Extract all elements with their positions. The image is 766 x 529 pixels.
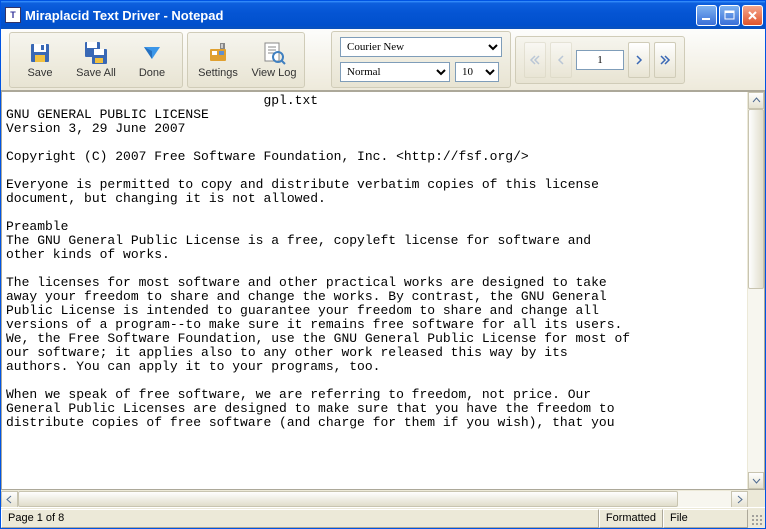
settings-group: Settings View Log (187, 32, 305, 88)
last-page-icon (659, 54, 671, 66)
settings-icon (206, 41, 230, 65)
window-controls (696, 5, 763, 26)
prev-page-icon (556, 54, 566, 66)
maximize-button[interactable] (719, 5, 740, 26)
scroll-track-h[interactable] (18, 491, 731, 507)
scroll-thumb-h[interactable] (18, 491, 678, 507)
view-log-icon (262, 41, 286, 65)
horizontal-scrollbar[interactable] (1, 490, 748, 507)
grip-icon (751, 514, 763, 526)
save-all-button[interactable]: Save All (69, 36, 123, 84)
font-size-select[interactable]: 10 (455, 62, 499, 82)
toolbar: Save Save All Done Settings (1, 29, 765, 91)
document-text[interactable]: gpl.txt GNU GENERAL PUBLIC LICENSE Versi… (2, 92, 747, 489)
statusbar: Page 1 of 8 Formatted File (1, 507, 765, 528)
page-number-input[interactable] (576, 50, 624, 70)
scroll-track-v[interactable] (748, 109, 764, 472)
scroll-corner (748, 490, 765, 507)
done-icon (140, 41, 164, 65)
page-nav-group (515, 36, 685, 84)
chevron-right-icon (735, 495, 744, 504)
done-button[interactable]: Done (125, 36, 179, 84)
minimize-icon (700, 9, 713, 22)
settings-button[interactable]: Settings (191, 36, 245, 84)
status-file: File (663, 509, 748, 528)
chevron-up-icon (752, 96, 761, 105)
last-page-button[interactable] (654, 42, 676, 78)
app-icon: T (5, 7, 21, 23)
scroll-left-button[interactable] (1, 491, 18, 508)
view-log-button[interactable]: View Log (247, 36, 301, 84)
font-family-select[interactable]: Courier New (340, 37, 502, 57)
font-weight-select[interactable]: Normal (340, 62, 450, 82)
content-area: gpl.txt GNU GENERAL PUBLIC LICENSE Versi… (1, 91, 765, 490)
scroll-right-button[interactable] (731, 491, 748, 508)
scroll-thumb-v[interactable] (748, 109, 764, 289)
file-actions-group: Save Save All Done (9, 32, 183, 88)
maximize-icon (723, 9, 736, 22)
window-title: Miraplacid Text Driver - Notepad (25, 8, 696, 23)
close-icon (746, 9, 759, 22)
scroll-down-button[interactable] (748, 472, 764, 489)
next-page-button[interactable] (628, 42, 650, 78)
font-group: Courier New Normal 10 (331, 31, 511, 88)
next-page-icon (634, 54, 644, 66)
settings-label: Settings (198, 67, 238, 79)
status-formatted: Formatted (599, 509, 663, 528)
prev-page-button[interactable] (550, 42, 572, 78)
vertical-scrollbar[interactable] (747, 92, 764, 489)
app-window: T Miraplacid Text Driver - Notepad Save (0, 0, 766, 529)
close-button[interactable] (742, 5, 763, 26)
chevron-down-icon (752, 476, 761, 485)
status-page-info: Page 1 of 8 (1, 509, 599, 528)
minimize-button[interactable] (696, 5, 717, 26)
horizontal-scroll-row (1, 490, 765, 507)
first-page-button[interactable] (524, 42, 546, 78)
done-label: Done (139, 67, 165, 79)
view-log-label: View Log (251, 67, 296, 79)
save-all-label: Save All (76, 67, 116, 79)
titlebar[interactable]: T Miraplacid Text Driver - Notepad (1, 1, 765, 29)
save-button[interactable]: Save (13, 36, 67, 84)
save-icon (28, 41, 52, 65)
save-label: Save (27, 67, 52, 79)
scroll-up-button[interactable] (748, 92, 764, 109)
save-all-icon (84, 41, 108, 65)
first-page-icon (529, 54, 541, 66)
chevron-left-icon (5, 495, 14, 504)
resize-grip[interactable] (748, 509, 765, 528)
